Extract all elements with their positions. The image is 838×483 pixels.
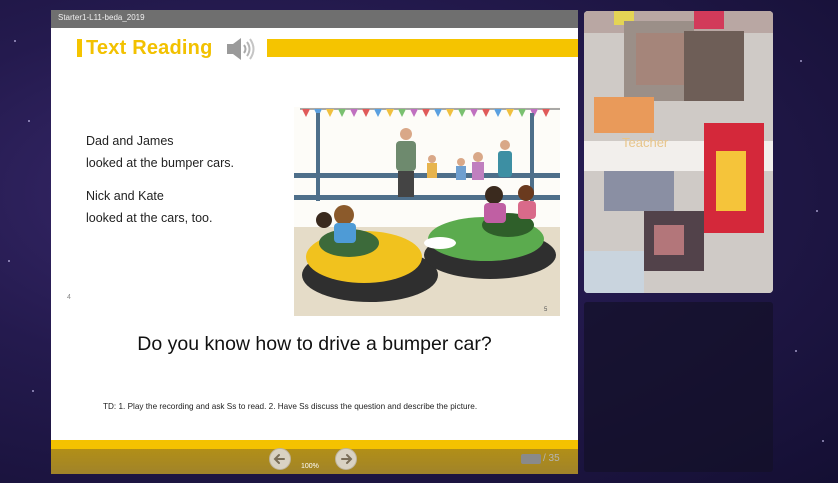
- header-accent-bar: [267, 39, 578, 57]
- zoom-level: 100%: [301, 463, 319, 470]
- student-video-panel: [584, 302, 773, 472]
- background-star: [800, 60, 802, 62]
- background-star: [8, 260, 10, 262]
- page-counter: / 35: [521, 453, 560, 464]
- reading-line: looked at the cars, too.: [86, 211, 213, 225]
- window-titlebar: Starter1-L11-beda_2019: [51, 10, 578, 28]
- reading-text: Dad and James looked at the bumper cars.…: [86, 130, 234, 229]
- background-star: [32, 390, 34, 392]
- background-star: [822, 440, 824, 442]
- speaker-icon[interactable]: [223, 35, 257, 63]
- page-number-input[interactable]: [521, 453, 541, 464]
- teacher-direction-note: TD: 1. Play the recording and ask Ss to …: [103, 402, 478, 411]
- slide-header-title: Text Reading: [86, 37, 213, 59]
- next-page-button[interactable]: [335, 448, 357, 470]
- previous-page-button[interactable]: [269, 448, 291, 470]
- pixelated-video-image: [584, 11, 773, 293]
- page-number-left: 4: [67, 294, 71, 301]
- header-accent-bar: [77, 39, 82, 57]
- bumper-cars-illustration: 5: [294, 107, 560, 316]
- background-star: [28, 120, 30, 122]
- discussion-question: Do you know how to drive a bumper car?: [137, 333, 492, 355]
- reading-line: Dad and James: [86, 134, 174, 148]
- background-star: [795, 350, 797, 352]
- window-title: Starter1-L11-beda_2019: [58, 13, 145, 22]
- slide-toolbar: 100% / 35: [51, 440, 578, 474]
- arrow-left-icon: [273, 454, 285, 464]
- reading-line: Nick and Kate: [86, 189, 164, 203]
- page-total: / 35: [543, 453, 560, 464]
- background-star: [14, 40, 16, 42]
- slide-viewer-window: Starter1-L11-beda_2019 Text Reading Dad …: [51, 10, 578, 474]
- arrow-right-icon: [341, 454, 353, 464]
- teacher-video-feed: Teacher: [584, 11, 773, 293]
- reading-line: looked at the bumper cars.: [86, 156, 234, 170]
- teacher-label: Teacher: [622, 135, 669, 150]
- lesson-slide: Text Reading Dad and James looked at the…: [51, 28, 578, 440]
- background-star: [816, 210, 818, 212]
